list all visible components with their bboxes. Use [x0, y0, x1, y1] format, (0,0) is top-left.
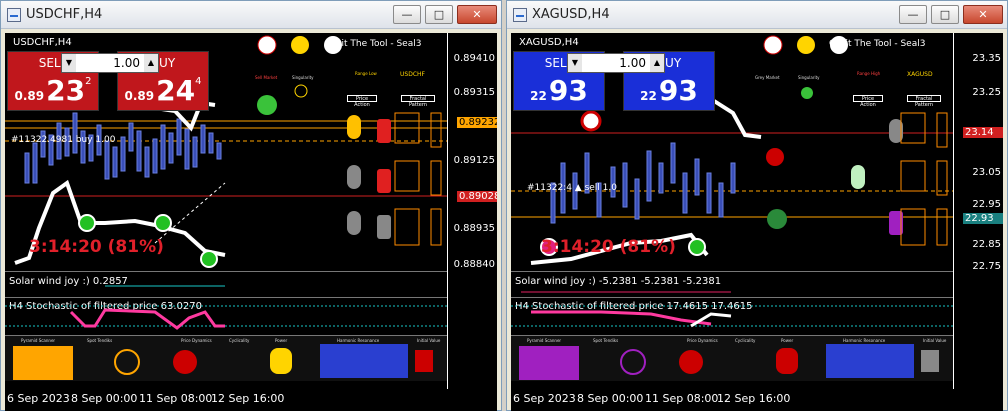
price-tag-current: 0.89232: [457, 117, 497, 128]
buy-price-big: 24: [156, 74, 196, 107]
buy-price-small: 0.89: [124, 89, 155, 103]
price-tick: 22.95: [972, 199, 1001, 210]
chevron-up-icon[interactable]: ▲: [650, 54, 664, 72]
price-tick: 22.85: [972, 239, 1001, 250]
chart-window-xagusd[interactable]: XAGUSD,H4 — □ ✕ XAGUSD,H4 SELL 22 93 BUY…: [506, 0, 1008, 411]
chevron-down-icon[interactable]: ▼: [568, 54, 582, 72]
indicator-dashboard: [763, 35, 948, 246]
price-axis[interactable]: 0.89410 0.89315 0.89232 0.89125 0.89028 …: [447, 33, 497, 389]
close-button[interactable]: ✕: [963, 5, 1003, 24]
buy-price-small: 22: [640, 89, 657, 103]
window-titlebar[interactable]: XAGUSD,H4 — □ ✕: [507, 1, 1007, 29]
lot-size-stepper[interactable]: ▼ 1.00 ▲: [61, 53, 159, 73]
minimize-button[interactable]: —: [393, 5, 421, 24]
close-button[interactable]: ✕: [457, 5, 497, 24]
symbol-label: USDCHF,H4: [13, 37, 72, 48]
window-title: XAGUSD,H4: [532, 7, 610, 22]
price-chart[interactable]: XAGUSD,H4 SELL 22 93 BUY 22 93 ▼ 1.00 ▲ …: [511, 33, 1003, 389]
buy-price-sup: 4: [195, 76, 202, 87]
buy-price-big: 93: [658, 74, 698, 107]
indicator-dashboard: [257, 35, 442, 246]
lot-size-stepper[interactable]: ▼ 1.00 ▲: [567, 53, 665, 73]
bar-countdown: 3:14:20 (81%): [541, 237, 676, 257]
lot-size-value[interactable]: 1.00: [76, 56, 144, 70]
price-tick: 0.89125: [453, 155, 495, 166]
solar-wind-subwindow[interactable]: Solar wind joy :) -5.2381 -5.2381 -5.238…: [511, 271, 953, 297]
price-tick: 0.88840: [453, 259, 495, 270]
time-tick: 8 Sep 00:00: [577, 392, 644, 405]
chart-window-icon: [513, 7, 527, 22]
solar-wind-subwindow[interactable]: Solar wind joy :) 0.2857: [5, 271, 447, 297]
time-tick: 6 Sep 2023: [513, 392, 576, 405]
maximize-button[interactable]: □: [425, 5, 453, 24]
window-title: USDCHF,H4: [26, 7, 103, 22]
minimize-button[interactable]: —: [899, 5, 927, 24]
chart-window-usdchf[interactable]: USDCHF,H4 — □ ✕ USDCHF,H4 SELL 0.89 23 2…: [0, 0, 502, 411]
buy-price: 0.89 24 4: [118, 74, 208, 112]
price-tick: 0.89315: [453, 87, 495, 98]
stochastic-subwindow[interactable]: H4 Stochastic of filtered price 63.0270: [5, 297, 447, 333]
time-axis[interactable]: 6 Sep 2023 8 Sep 00:00 11 Sep 08:00 12 S…: [5, 389, 497, 411]
dashboard-panel: Pyramid Scanner Spot Tendiks Price Dynam…: [5, 335, 447, 381]
time-axis[interactable]: 6 Sep 2023 8 Sep 00:00 11 Sep 08:00 12 S…: [511, 389, 1003, 411]
symbol-label: XAGUSD,H4: [519, 37, 579, 48]
sell-price: 22 93: [514, 74, 604, 112]
sell-price-big: 93: [548, 74, 588, 107]
time-tick: 12 Sep 16:00: [717, 392, 791, 405]
time-tick: 12 Sep 16:00: [211, 392, 285, 405]
price-tick: 22.75: [972, 261, 1001, 272]
price-tick: 0.89410: [453, 53, 495, 64]
bar-countdown: 3:14:20 (81%): [29, 237, 164, 257]
time-tick: 8 Sep 00:00: [71, 392, 138, 405]
chevron-down-icon[interactable]: ▼: [62, 54, 76, 72]
trade-order-label: #11322.4981 buy 1.00: [11, 135, 116, 145]
chart-window-icon: [7, 7, 21, 22]
sell-price: 0.89 23 2: [8, 74, 98, 112]
chevron-up-icon[interactable]: ▲: [144, 54, 158, 72]
sell-price-small: 0.89: [14, 89, 45, 103]
time-tick: 6 Sep 2023: [7, 392, 70, 405]
sell-price-sup: 2: [85, 76, 92, 87]
sell-price-big: 23: [46, 74, 86, 107]
stochastic-subwindow[interactable]: H4 Stochastic of filtered price 17.4615 …: [511, 297, 953, 333]
price-tag-current: 22.93: [963, 213, 1003, 224]
lot-size-value[interactable]: 1.00: [582, 56, 650, 70]
price-tick: 23.05: [972, 167, 1001, 178]
dashboard-panel: Pyramid Scanner Spot Tendiks Price Dynam…: [511, 335, 953, 381]
trade-order-label: #11322:4 ▲ sell 1.0: [527, 183, 617, 193]
time-tick: 11 Sep 08:00: [139, 392, 213, 405]
price-tick: 0.88935: [453, 223, 495, 234]
maximize-button[interactable]: □: [931, 5, 959, 24]
sell-price-small: 22: [530, 89, 547, 103]
price-chart[interactable]: USDCHF,H4 SELL 0.89 23 2 BUY 0.89 24 4 ▼…: [5, 33, 497, 389]
price-tick: 23.25: [972, 87, 1001, 98]
price-axis[interactable]: 23.35 23.25 23.14 23.05 22.95 22.93 22.8…: [953, 33, 1003, 389]
buy-price: 22 93: [624, 74, 714, 112]
price-tag-order: 23.14: [963, 127, 1003, 138]
window-titlebar[interactable]: USDCHF,H4 — □ ✕: [1, 1, 501, 29]
time-tick: 11 Sep 08:00: [645, 392, 719, 405]
price-tag-order: 0.89028: [457, 191, 497, 202]
price-tick: 23.35: [972, 53, 1001, 64]
